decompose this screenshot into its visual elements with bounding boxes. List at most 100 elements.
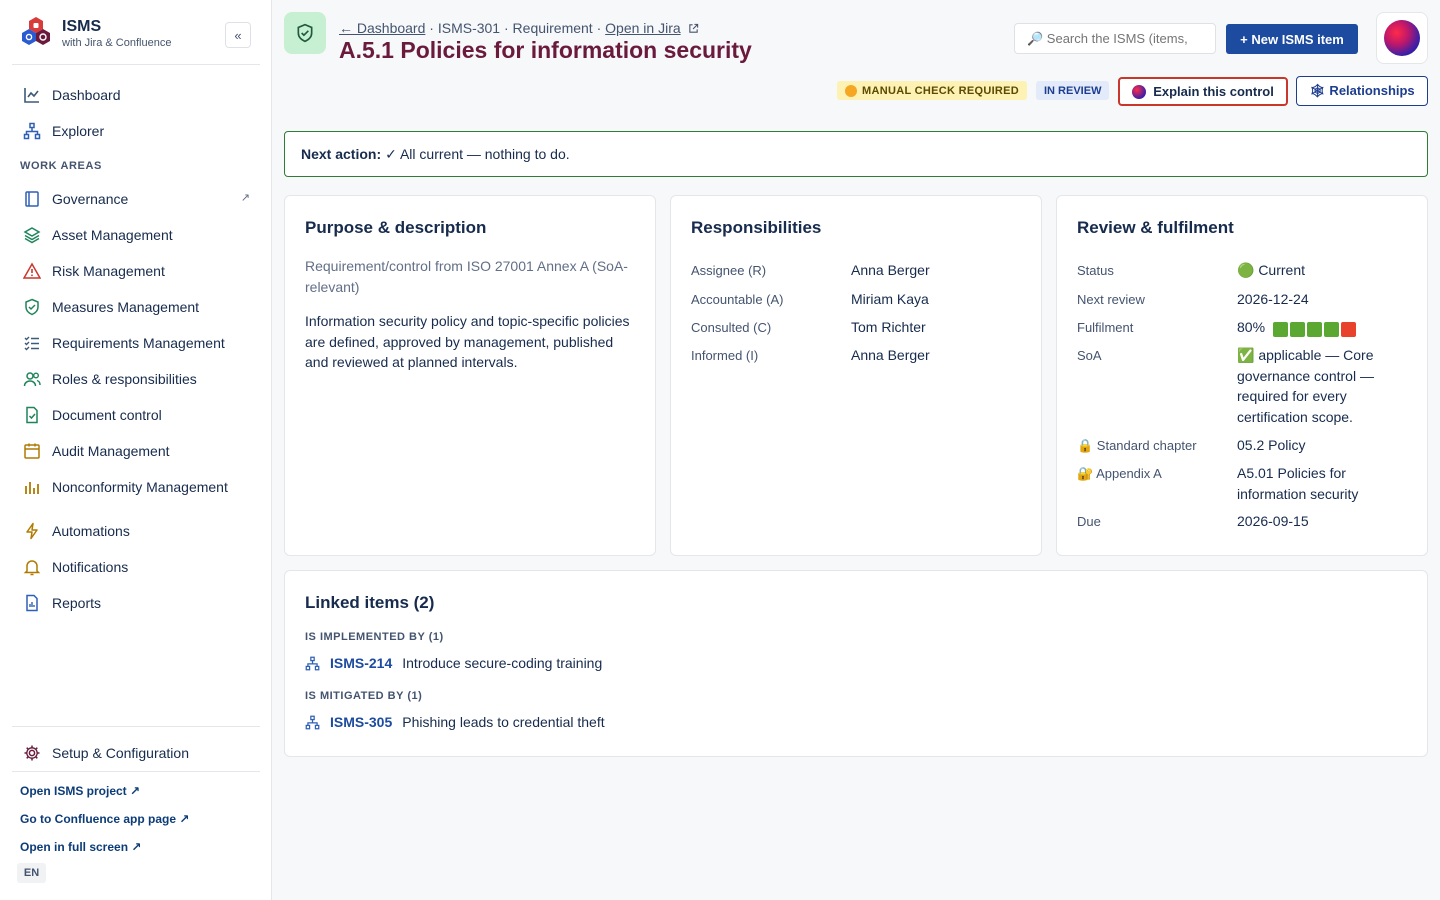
isms-logo-icon (22, 17, 50, 45)
next-review-label: Next review (1077, 292, 1145, 307)
confluence-app-page-link[interactable]: Go to Confluence app page ↗ (20, 812, 189, 826)
due-label: Due (1077, 514, 1101, 529)
language-switch[interactable]: EN (17, 863, 46, 883)
user-menu[interactable] (1376, 12, 1428, 64)
nav-audit-management[interactable]: Audit Management (12, 435, 260, 467)
lightning-icon (22, 521, 42, 541)
book-icon (22, 189, 42, 209)
nav-explorer[interactable]: Explorer (12, 115, 260, 147)
breadcrumb-separator: · (592, 20, 606, 36)
fulfilment-square-filled (1289, 321, 1305, 337)
nav-label: Governance (52, 191, 129, 207)
soa-label: SoA (1077, 348, 1102, 363)
fulfilment-square-empty (1340, 321, 1356, 337)
bar-chart-icon (22, 477, 42, 497)
linked-item[interactable]: ISMS-305 Phishing leads to credential th… (305, 712, 605, 732)
shield-check-icon (22, 297, 42, 317)
linked-items-card: Linked items (2) IS IMPLEMENTED BY (1) I… (284, 570, 1428, 757)
fulfilment-label: Fulfilment (1077, 320, 1134, 335)
warning-icon (22, 261, 42, 281)
fulfilment-progress (1272, 318, 1358, 339)
divider (12, 771, 260, 772)
status-label: Status (1077, 263, 1114, 278)
assignee-label: Assignee (R) (691, 263, 767, 278)
breadcrumb: ← Dashboard · ISMS-301 · Requirement · O… (339, 20, 699, 36)
nav-notifications[interactable]: Notifications (12, 551, 260, 583)
hierarchy-icon (305, 656, 320, 670)
informed-label: Informed (I) (691, 348, 759, 363)
relationships-button[interactable]: 🕸 Relationships (1296, 76, 1428, 106)
informed-value: Anna Berger (851, 347, 930, 363)
responsibilities-card: Responsibilities Assignee (R) Anna Berge… (670, 195, 1042, 556)
review-card: Review & fulfilment Status 🟢 Current Nex… (1056, 195, 1428, 556)
open-isms-project-link[interactable]: Open ISMS project ↗ (20, 784, 140, 798)
document-check-icon (22, 405, 42, 425)
nav-measures-management[interactable]: Measures Management (12, 291, 260, 323)
card-title: Linked items (2) (305, 593, 435, 612)
nav-setup-configuration[interactable]: Setup & Configuration (12, 737, 260, 769)
accountable-label: Accountable (A) (691, 292, 784, 307)
item-type-icon (284, 12, 326, 54)
manual-check-badge: MANUAL CHECK REQUIRED (837, 81, 1028, 100)
sidebar: ISMS with Jira & Confluence « Dashboard … (0, 0, 272, 900)
collapse-sidebar-button[interactable]: « (225, 22, 251, 48)
breadcrumb-separator: · (500, 20, 513, 36)
page-title: A.5.1 Policies for information security (339, 37, 752, 63)
nav-label: Dashboard (52, 87, 121, 103)
accountable-value: Miriam Kaya (851, 291, 929, 307)
next-action-text: ✓ All current — nothing to do. (385, 145, 570, 162)
report-icon (22, 593, 42, 613)
orange-dot-icon (845, 84, 857, 97)
appendix-a-value: A5.01 Policies for information security (1237, 465, 1359, 502)
linked-item[interactable]: ISMS-214 Introduce secure-coding trainin… (305, 653, 602, 673)
explain-control-button[interactable]: Explain this control (1118, 77, 1288, 106)
fulfilment-square-filled (1272, 321, 1288, 337)
nav-label: Measures Management (52, 299, 200, 315)
nav-label: Document control (52, 407, 162, 423)
badge-label: MANUAL CHECK REQUIRED (862, 84, 1020, 97)
soa-value: ✅ applicable — Core governance control —… (1237, 347, 1374, 425)
external-link-icon: ↗ (240, 192, 250, 204)
next-action-banner: Next action: ✓ All current — nothing to … (284, 131, 1428, 177)
ai-orb-icon (1132, 84, 1147, 99)
nav-label: Explorer (52, 123, 105, 139)
brand-title: ISMS (62, 18, 102, 35)
linked-item-key[interactable]: ISMS-214 (330, 655, 392, 671)
new-isms-item-button[interactable]: + New ISMS item (1226, 24, 1358, 54)
nav-nonconformity-management[interactable]: Nonconformity Management (12, 471, 260, 503)
linked-item-key[interactable]: ISMS-305 (330, 714, 392, 730)
hierarchy-icon (305, 715, 320, 729)
nav-label: Asset Management (52, 227, 173, 243)
brand[interactable]: ISMS with Jira & Confluence (20, 16, 260, 56)
status-badge: IN REVIEW (1036, 81, 1110, 100)
card-title: Purpose & description (305, 218, 487, 237)
nav-dashboard[interactable]: Dashboard (12, 79, 260, 111)
nav-automations[interactable]: Automations (12, 515, 260, 547)
standard-chapter-label: 🔒 Standard chapter (1077, 438, 1197, 453)
nav-risk-management[interactable]: Risk Management (12, 255, 260, 287)
search-input[interactable] (1027, 31, 1212, 46)
breadcrumb-key: ISMS-301 (437, 20, 501, 36)
bell-icon (22, 557, 42, 577)
nav-requirements-management[interactable]: Requirements Management (12, 327, 260, 359)
open-full-screen-link[interactable]: Open in full screen ↗ (20, 840, 141, 854)
nav-label: Automations (52, 523, 130, 539)
nav-roles-responsibilities[interactable]: Roles & responsibilities (12, 363, 260, 395)
fulfilment-value: 80% (1237, 317, 1358, 339)
open-in-jira-link[interactable]: Open in Jira (605, 20, 680, 36)
nav-reports[interactable]: Reports (12, 587, 260, 619)
search-box[interactable] (1014, 23, 1216, 54)
calendar-icon (22, 441, 42, 461)
nav-label: Requirements Management (52, 335, 225, 351)
status-value: 🟢 Current (1237, 262, 1306, 278)
nav-governance[interactable]: Governance ↗ (12, 183, 260, 215)
avatar (1384, 20, 1420, 56)
nav-asset-management[interactable]: Asset Management (12, 219, 260, 251)
purpose-subtitle: Requirement/control from ISO 27001 Annex… (305, 258, 628, 295)
nav-label: Nonconformity Management (52, 479, 228, 495)
nav-document-control[interactable]: Document control (12, 399, 260, 431)
card-title: Review & fulfilment (1077, 218, 1234, 237)
breadcrumb-back-link[interactable]: ← Dashboard (339, 20, 425, 36)
breadcrumb-separator: · (425, 20, 438, 36)
standard-chapter-value: 05.2 Policy (1237, 437, 1306, 453)
